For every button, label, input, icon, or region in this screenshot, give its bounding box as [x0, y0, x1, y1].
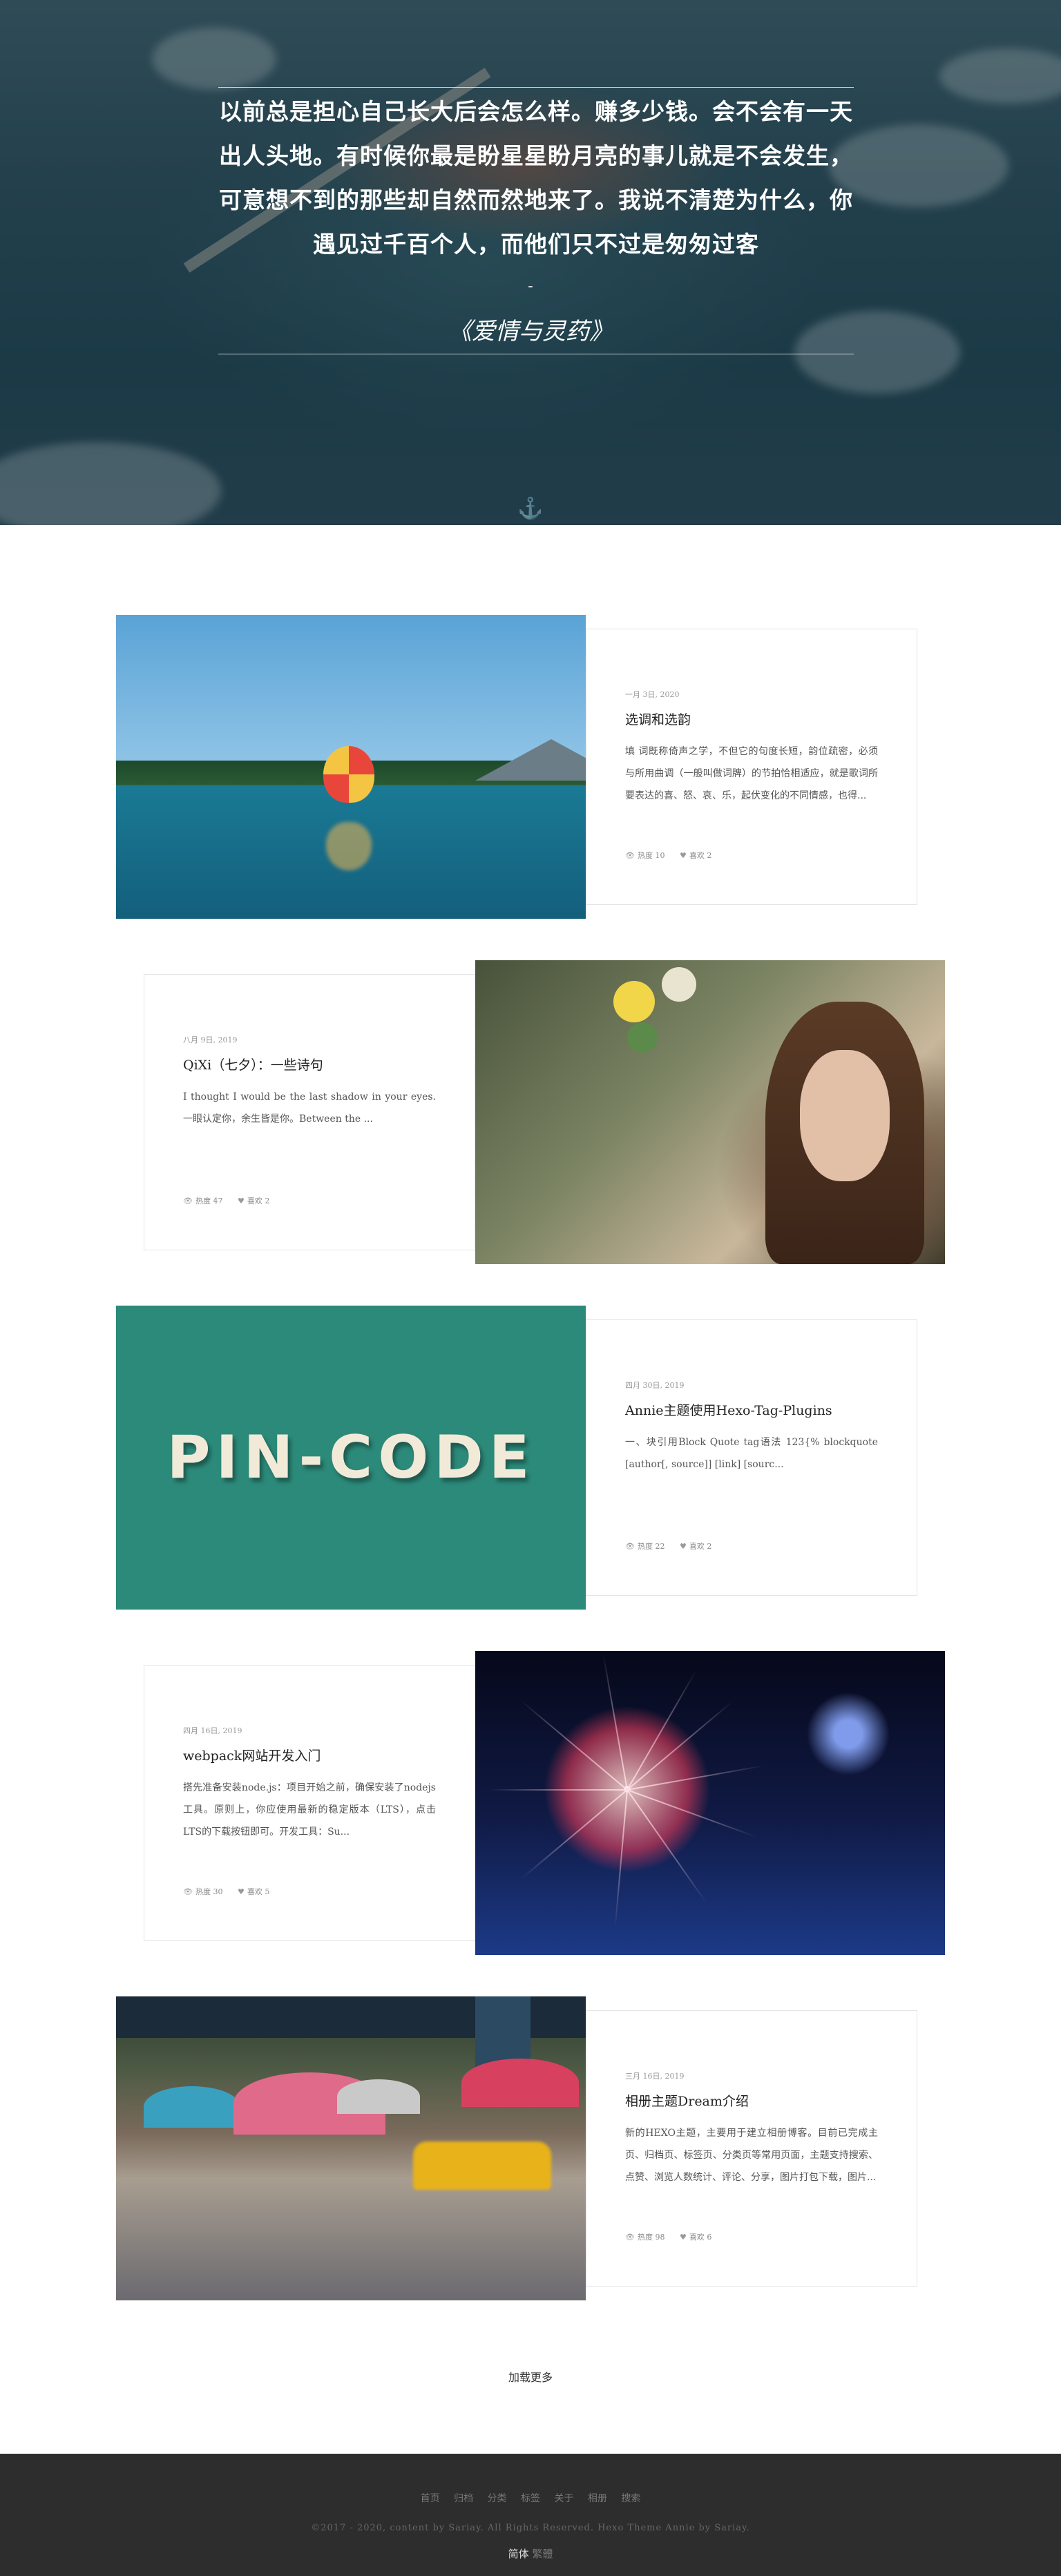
- lang-traditional[interactable]: 繁體: [532, 2548, 553, 2560]
- hero-banner: 以前总是担心自己长大后会怎么样。赚多少钱。会不会有一天出人头地。有时候你最是盼星…: [0, 0, 1061, 525]
- footer-link-home[interactable]: 首页: [421, 2493, 440, 2504]
- firework-ray: [521, 1700, 628, 1791]
- post-date: 四月 16日, 2019: [183, 1726, 242, 1735]
- post-date: 三月 16日, 2019: [625, 2072, 685, 2081]
- heart-icon[interactable]: ♥: [238, 1887, 245, 1896]
- post-excerpt: 搭先准备安装node.js：项目开始之前，确保安装了nodejs工具。原则上，你…: [183, 1782, 436, 1838]
- post-likes: 喜欢 5: [247, 1887, 270, 1896]
- umbrella-shape: [337, 2079, 420, 2114]
- post-views: 热度 22: [637, 1542, 665, 1551]
- eye-icon: 👁: [625, 1542, 635, 1551]
- language-switch: 简体 繁體: [0, 2546, 1061, 2561]
- heart-icon[interactable]: ♥: [680, 2233, 687, 2242]
- firework-ray: [627, 1700, 734, 1791]
- firework-ray: [489, 1789, 627, 1791]
- heart-icon[interactable]: ♥: [680, 1542, 687, 1551]
- post-card: 八月 9日, 2019 QiXi（七夕）：一些诗句 I thought I wo…: [144, 974, 475, 1250]
- post-meta: 👁 热度 22 ♥ 喜欢 2: [625, 1540, 878, 1552]
- post-excerpt: 一、块引用Block Quote tag语法 123{% blockquote …: [625, 1437, 878, 1470]
- umbrella-shape: [461, 2059, 579, 2107]
- post-date: 四月 30日, 2019: [625, 1381, 685, 1390]
- umbrella-shape: [144, 2086, 240, 2128]
- post-likes: 喜欢 2: [689, 851, 712, 860]
- load-more-button[interactable]: 加载更多: [0, 2368, 1061, 2385]
- anchor-icon[interactable]: ⚓: [517, 499, 544, 519]
- flower-crown: [662, 967, 696, 1002]
- post-item: 八月 9日, 2019 QiXi（七夕）：一些诗句 I thought I wo…: [116, 960, 945, 1264]
- eye-icon: 👁: [183, 1887, 193, 1896]
- post-thumbnail[interactable]: [475, 960, 945, 1264]
- post-likes: 喜欢 2: [689, 1542, 712, 1551]
- post-excerpt: I thought I would be the last shadow in …: [183, 1091, 436, 1125]
- site-footer: 首页 归档 分类 标签 关于 相册 搜索 ©2017 - 2020, conte…: [0, 2454, 1061, 2576]
- quote-top-rule: [218, 87, 854, 88]
- eye-icon: 👁: [183, 1196, 193, 1205]
- post-card: 四月 16日, 2019 webpack网站开发入门 搭先准备安装node.js…: [144, 1665, 475, 1941]
- firework-ray: [627, 1670, 697, 1791]
- footer-link-search[interactable]: 搜索: [621, 2493, 640, 2504]
- post-meta: 👁 热度 30 ♥ 喜欢 5: [183, 1886, 436, 1897]
- post-title[interactable]: QiXi（七夕）：一些诗句: [183, 1055, 436, 1074]
- post-likes: 喜欢 2: [247, 1196, 270, 1205]
- post-thumbnail[interactable]: [116, 615, 586, 919]
- post-excerpt: 新的HEXO主题，主要用于建立相册博客。目前已完成主页、归档页、标签页、分类页等…: [625, 2128, 878, 2183]
- eye-icon: 👁: [625, 851, 635, 860]
- hero-quote: 以前总是担心自己长大后会怎么样。赚多少钱。会不会有一天出人头地。有时候你最是盼星…: [219, 98, 853, 258]
- footer-nav: 首页 归档 分类 标签 关于 相册 搜索: [0, 2491, 1061, 2505]
- quote-dash: -: [528, 278, 533, 295]
- post-likes: 喜欢 6: [689, 2233, 712, 2242]
- firework-ray: [627, 1789, 758, 1838]
- footer-link-archive[interactable]: 归档: [454, 2493, 473, 2504]
- post-meta: 👁 热度 98 ♥ 喜欢 6: [625, 2231, 878, 2242]
- firework-ray: [602, 1653, 628, 1791]
- post-thumbnail[interactable]: [475, 1651, 945, 1955]
- post-title[interactable]: 选调和选韵: [625, 709, 878, 728]
- post-thumbnail[interactable]: PIN-CODE: [116, 1306, 586, 1610]
- post-title[interactable]: Annie主题使用Hexo-Tag-Plugins: [625, 1400, 878, 1419]
- post-excerpt: 填 词既称倚声之学，不但它的句度长短，韵位疏密，必须与所用曲调（一般叫做词牌）的…: [625, 746, 878, 801]
- footer-link-album[interactable]: 相册: [588, 2493, 607, 2504]
- post-meta: 👁 热度 10 ♥ 喜欢 2: [625, 850, 878, 861]
- mountain-shape: [475, 739, 586, 781]
- taxi-shape: [413, 2141, 551, 2190]
- post-views: 热度 47: [195, 1196, 223, 1205]
- post-date: 八月 9日, 2019: [183, 1036, 238, 1044]
- footer-link-categories[interactable]: 分类: [488, 2493, 507, 2504]
- post-card: 四月 30日, 2019 Annie主题使用Hexo-Tag-Plugins 一…: [586, 1319, 917, 1596]
- post-item: PIN-CODE 四月 30日, 2019 Annie主题使用Hexo-Tag-…: [116, 1306, 945, 1610]
- flower-crown: [613, 981, 655, 1022]
- post-item: 三月 16日, 2019 相册主题Dream介绍 新的HEXO主题，主要用于建立…: [116, 1996, 945, 2300]
- post-views: 热度 30: [195, 1887, 223, 1896]
- post-item: 四月 16日, 2019 webpack网站开发入门 搭先准备安装node.js…: [116, 1651, 945, 1955]
- heart-icon[interactable]: ♥: [238, 1196, 245, 1205]
- quote-source: 《爱情与灵药》: [448, 318, 613, 345]
- firework-ray: [521, 1789, 628, 1880]
- post-title[interactable]: 相册主题Dream介绍: [625, 2091, 878, 2110]
- footer-copyright: ©2017 - 2020, content by Sariay. All Rig…: [311, 2523, 750, 2533]
- firework-ray: [614, 1789, 628, 1928]
- firework-ray: [627, 1789, 707, 1904]
- post-card: 一月 3日, 2020 选调和选韵 填 词既称倚声之学，不但它的句度长短，韵位疏…: [586, 629, 917, 905]
- post-meta: 👁 热度 47 ♥ 喜欢 2: [183, 1195, 436, 1206]
- post-item: 一月 3日, 2020 选调和选韵 填 词既称倚声之学，不但它的句度长短，韵位疏…: [116, 615, 945, 919]
- footer-link-about[interactable]: 关于: [554, 2493, 573, 2504]
- portrait-face: [800, 1050, 890, 1181]
- post-thumbnail[interactable]: [116, 1996, 586, 2300]
- footer-link-tags[interactable]: 标签: [521, 2493, 540, 2504]
- post-views: 热度 10: [637, 851, 665, 860]
- post-date: 一月 3日, 2020: [625, 690, 680, 699]
- balloon-reflection: [326, 822, 372, 870]
- heart-icon[interactable]: ♥: [680, 851, 687, 860]
- pin-code-letters: PIN-CODE: [166, 1423, 535, 1492]
- post-title[interactable]: webpack网站开发入门: [183, 1746, 436, 1764]
- post-views: 热度 98: [637, 2233, 665, 2242]
- firework-ray: [627, 1765, 764, 1791]
- lang-simplified[interactable]: 简体: [508, 2548, 529, 2560]
- eye-icon: 👁: [625, 2233, 635, 2242]
- hot-air-balloon: [323, 746, 374, 803]
- flower-crown: [627, 1022, 658, 1053]
- post-card: 三月 16日, 2019 相册主题Dream介绍 新的HEXO主题，主要用于建立…: [586, 2010, 917, 2287]
